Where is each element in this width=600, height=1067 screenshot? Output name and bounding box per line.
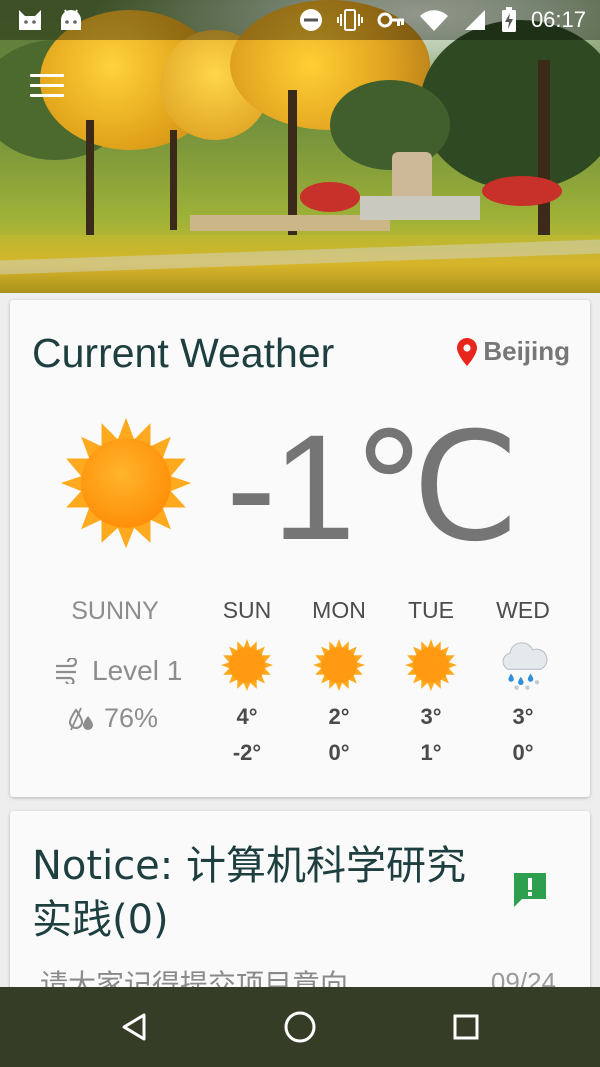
- wind-info: Level 1: [54, 655, 182, 687]
- vpn-key-icon: [377, 12, 404, 28]
- forecast-high: 3°: [420, 704, 442, 729]
- humidity-info: 76%: [68, 703, 158, 734]
- forecast-high: 4°: [236, 704, 258, 729]
- signal-icon: [464, 10, 485, 30]
- current-temperature: -1℃: [226, 403, 520, 571]
- sun-icon: [60, 417, 192, 549]
- forecast-day-label: MON: [312, 597, 366, 623]
- sun-icon: [405, 639, 457, 691]
- header-photo: [0, 0, 600, 293]
- wind-level: Level 1: [92, 655, 183, 686]
- forecast-day-label: SUN: [222, 597, 272, 623]
- forecast-day-mon: MON 2° 0°: [304, 597, 374, 766]
- back-triangle-icon[interactable]: [114, 1007, 154, 1047]
- do-not-disturb-icon: [299, 9, 322, 31]
- forecast-day-wed: WED 3° 0°: [488, 597, 558, 766]
- sun-icon: [221, 639, 273, 691]
- notice-title: Notice: 计算机科学研究实践(0): [32, 843, 466, 943]
- forecast-high: 3°: [512, 704, 534, 729]
- location-indicator[interactable]: Beijing: [457, 336, 570, 367]
- current-weather-card: Current Weather Beijing -1℃ SUNNY Level …: [10, 300, 590, 797]
- battery-charging-icon: [501, 7, 516, 32]
- alert-message-icon: [514, 873, 546, 907]
- forecast-high: 2°: [328, 704, 350, 729]
- status-bar: 06:17: [0, 0, 600, 40]
- forecast-low: 0°: [328, 740, 350, 765]
- forecast-day-tue: TUE 3° 1°: [396, 597, 466, 766]
- forecast-day-label: TUE: [408, 597, 454, 623]
- weather-app-screen: 06:17 Current Weather Beijing -1℃ SUNNY …: [0, 0, 600, 1067]
- location-name: Beijing: [483, 336, 570, 366]
- vibrate-icon: [336, 9, 363, 31]
- clock: 06:17: [530, 7, 586, 32]
- forecast-day-label: WED: [496, 597, 550, 623]
- wind-icon: [56, 658, 78, 684]
- android-app-icon: [61, 9, 81, 30]
- sleet-cloud-icon: [502, 642, 548, 690]
- recents-square-icon[interactable]: [446, 1007, 486, 1047]
- home-circle-icon[interactable]: [280, 1007, 320, 1047]
- forecast-low: 1°: [420, 740, 442, 765]
- forecast-low: -2°: [232, 740, 262, 765]
- system-nav-bar: [0, 987, 600, 1067]
- forecast-low: 0°: [512, 740, 534, 765]
- forecast-day-sun: SUN 4° -2°: [212, 597, 282, 766]
- humidity-icon: [68, 707, 93, 730]
- weather-condition: SUNNY: [71, 597, 159, 625]
- sun-icon: [313, 639, 365, 691]
- location-pin-icon: [457, 337, 478, 366]
- cat-app-icon: [19, 10, 41, 30]
- wifi-icon: [419, 10, 448, 31]
- humidity-value: 76%: [104, 703, 159, 733]
- card-title: Current Weather: [32, 330, 335, 376]
- hamburger-menu-icon[interactable]: [30, 74, 64, 98]
